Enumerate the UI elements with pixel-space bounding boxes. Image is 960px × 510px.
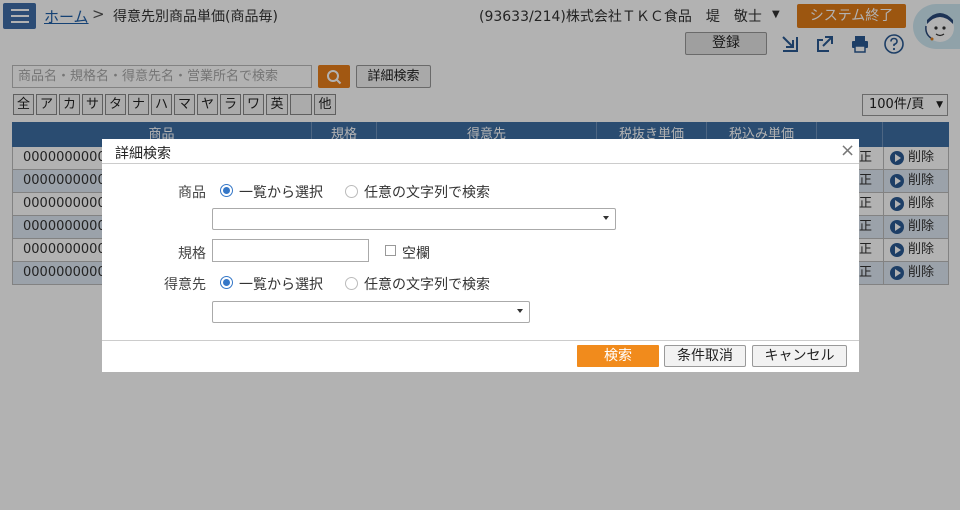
advanced-search-dialog: 詳細検索 × 商品 一覧から選択 任意の文字列で検索 規格 空欄 得意先 一覧か… bbox=[102, 139, 859, 372]
divider bbox=[102, 163, 859, 164]
divider bbox=[102, 340, 859, 341]
product-radio-list[interactable] bbox=[220, 184, 233, 197]
customer-radio-list-label[interactable]: 一覧から選択 bbox=[239, 274, 323, 294]
spec-blank-checkbox[interactable] bbox=[385, 245, 396, 256]
close-icon[interactable]: × bbox=[840, 142, 855, 160]
product-label: 商品 bbox=[178, 185, 206, 201]
customer-radio-list[interactable] bbox=[220, 276, 233, 289]
customer-select[interactable] bbox=[212, 301, 530, 323]
customer-label: 得意先 bbox=[164, 277, 206, 293]
chevron-down-icon bbox=[603, 216, 609, 220]
product-radio-text-label[interactable]: 任意の文字列で検索 bbox=[364, 182, 490, 202]
search-button[interactable]: 検索 bbox=[577, 345, 659, 367]
product-radio-text[interactable] bbox=[345, 185, 358, 198]
customer-radio-text[interactable] bbox=[345, 277, 358, 290]
clear-conditions-button[interactable]: 条件取消 bbox=[664, 345, 746, 367]
chevron-down-icon bbox=[517, 309, 523, 313]
product-radio-list-label[interactable]: 一覧から選択 bbox=[239, 182, 323, 202]
dialog-title: 詳細検索 bbox=[115, 146, 171, 162]
spec-input[interactable] bbox=[212, 239, 369, 262]
product-select[interactable] bbox=[212, 208, 616, 230]
customer-radio-text-label[interactable]: 任意の文字列で検索 bbox=[364, 274, 490, 294]
spec-blank-label[interactable]: 空欄 bbox=[402, 243, 430, 263]
spec-label: 規格 bbox=[178, 246, 206, 262]
cancel-button[interactable]: キャンセル bbox=[752, 345, 847, 367]
